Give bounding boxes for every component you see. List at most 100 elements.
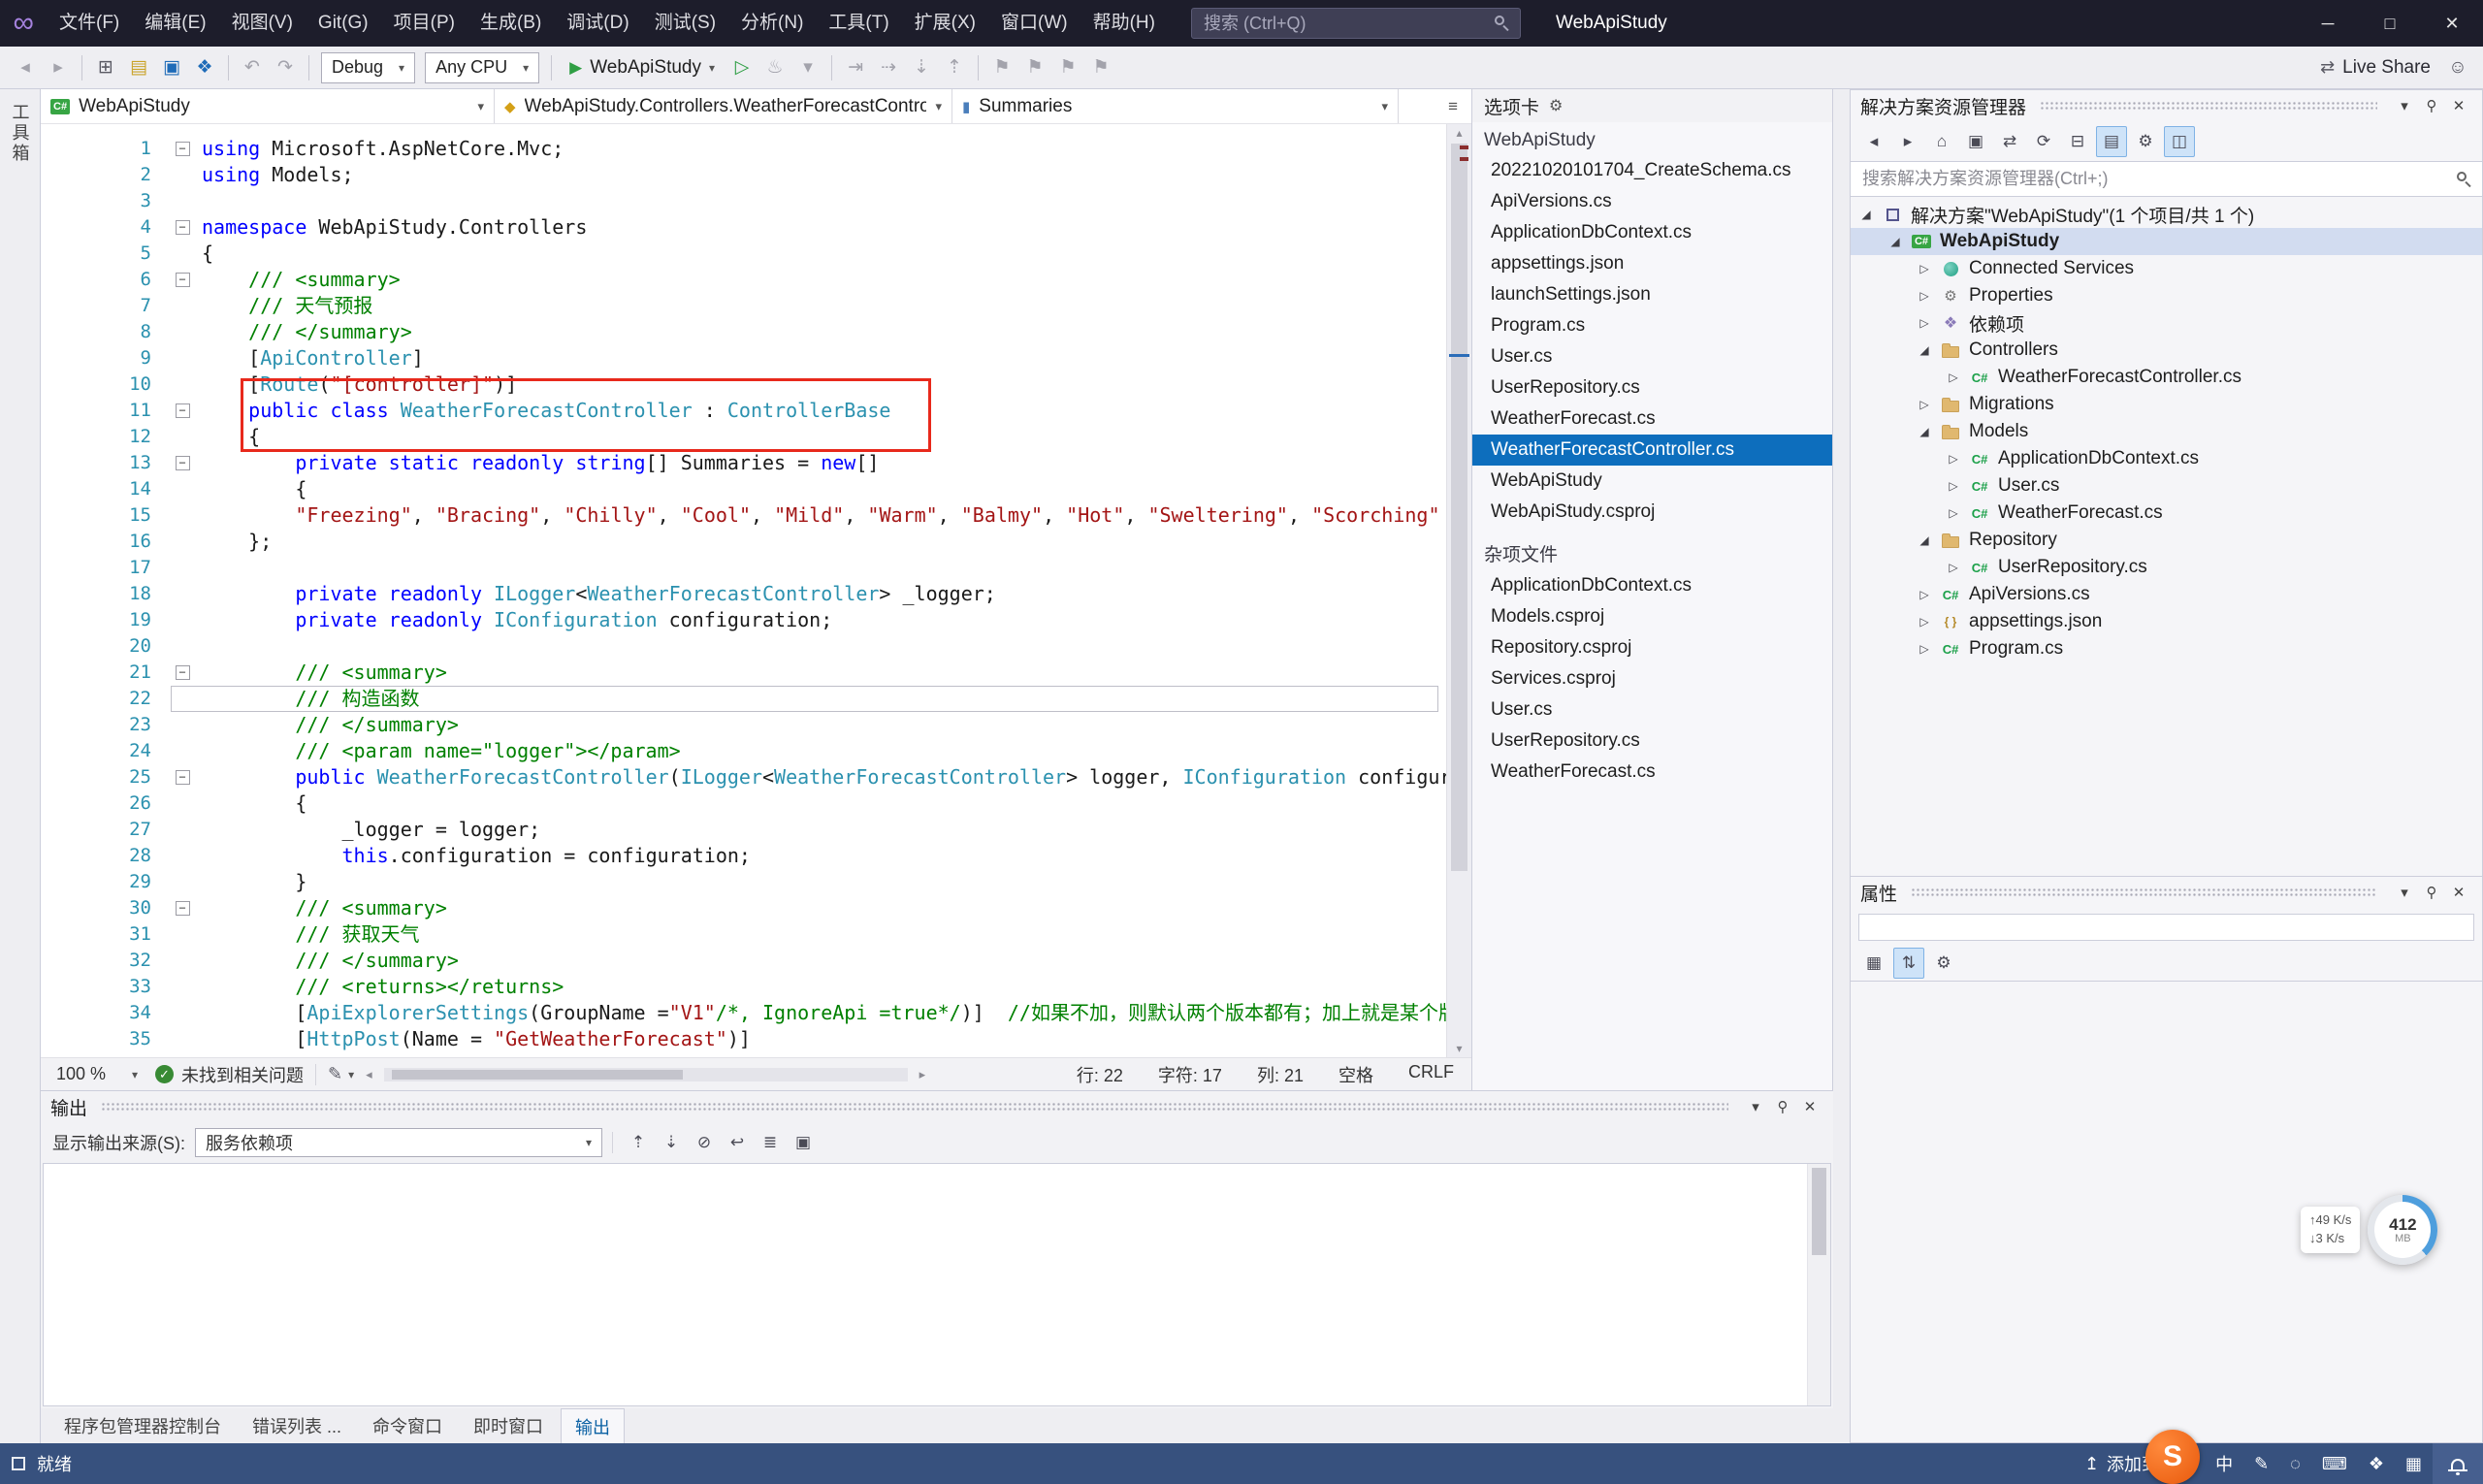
expander-icon[interactable]: ◢ xyxy=(1917,425,1932,438)
expander-icon[interactable]: ▷ xyxy=(1946,561,1961,574)
menu-item[interactable]: 工具(T) xyxy=(816,0,901,47)
prev-message-icon[interactable]: ⇡ xyxy=(623,1127,654,1158)
tree-item[interactable]: ▷ appsettings.json xyxy=(1851,608,2482,635)
hot-reload-icon[interactable]: ♨ xyxy=(759,52,790,83)
document-tab[interactable]: User.cs xyxy=(1472,341,1832,372)
close-icon[interactable]: ✕ xyxy=(2445,884,2472,901)
expander-icon[interactable]: ▷ xyxy=(1917,642,1932,656)
switch-views-icon[interactable]: ▣ xyxy=(1960,126,1991,157)
keyboard-icon[interactable]: ⌨ xyxy=(2311,1454,2358,1474)
menu-item[interactable]: 测试(S) xyxy=(642,0,728,47)
show-all-files-icon[interactable]: ▤ xyxy=(2096,125,2127,157)
property-pages-icon[interactable]: ⚙ xyxy=(1928,948,1959,979)
toolbox-tab[interactable]: 工具箱 xyxy=(8,97,33,170)
notifications-button[interactable] xyxy=(2433,1443,2483,1484)
pin-output-icon[interactable]: ▣ xyxy=(788,1127,819,1158)
nav-forward-icon[interactable]: ▸ xyxy=(43,52,74,83)
expander-icon[interactable]: ▷ xyxy=(1917,588,1932,601)
code-health-indicator[interactable]: ✓ 未找到相关问题 xyxy=(155,1062,304,1087)
start-without-debugging-icon[interactable]: ▷ xyxy=(726,52,758,83)
scroll-right-icon[interactable]: ▸ xyxy=(919,1067,926,1082)
gear-icon[interactable]: ⚙ xyxy=(1549,96,1563,115)
expander-icon[interactable]: ▷ xyxy=(1946,452,1961,466)
tree-item[interactable]: ◢ Repository xyxy=(1851,527,2482,554)
menu-item[interactable]: 帮助(H) xyxy=(1080,0,1168,47)
expander-icon[interactable]: ▷ xyxy=(1946,479,1961,493)
menu-item[interactable]: 分析(N) xyxy=(728,0,816,47)
tree-item[interactable]: ▷ ApiVersions.cs xyxy=(1851,581,2482,608)
search-input[interactable] xyxy=(1201,12,1495,35)
solution-search-box[interactable] xyxy=(1851,162,2482,197)
menu-item[interactable]: 项目(P) xyxy=(381,0,468,47)
scrollbar-thumb[interactable] xyxy=(391,1069,683,1080)
sync-with-active-document-icon[interactable]: ⇄ xyxy=(1994,126,2025,157)
word-wrap-icon[interactable]: ↩ xyxy=(722,1127,753,1158)
menu-item[interactable]: 编辑(E) xyxy=(132,0,218,47)
editor-vertical-scrollbar[interactable]: ▴ ▾ xyxy=(1446,124,1471,1057)
solution-search-input[interactable] xyxy=(1860,168,2457,190)
tree-item[interactable]: ▷ Program.cs xyxy=(1851,635,2482,662)
document-tab[interactable]: WeatherForecastController.cs xyxy=(1472,435,1832,466)
clear-all-icon[interactable]: ⊘ xyxy=(689,1127,720,1158)
save-icon[interactable]: ▣ xyxy=(156,52,187,83)
forward-icon[interactable]: ▸ xyxy=(1892,126,1923,157)
window-position-icon[interactable]: ▾ xyxy=(1742,1098,1769,1115)
document-tab[interactable]: WeatherForecast.cs xyxy=(1472,757,1832,788)
screen-recorder-logo[interactable]: S xyxy=(2145,1430,2200,1484)
fold-collapse-icon[interactable]: − xyxy=(175,770,190,785)
expander-icon[interactable]: ◢ xyxy=(1917,343,1932,357)
layout-icon[interactable]: ❖ xyxy=(2358,1454,2395,1474)
menu-item[interactable]: 调试(D) xyxy=(554,0,641,47)
grid-icon[interactable]: ▦ xyxy=(2395,1454,2433,1474)
scrollbar-thumb[interactable] xyxy=(1451,144,1467,872)
back-icon[interactable]: ◂ xyxy=(1858,126,1889,157)
output-scrollbar[interactable] xyxy=(1807,1164,1830,1405)
pin-icon[interactable]: ⚲ xyxy=(2418,97,2445,114)
collapse-all-icon[interactable]: ⊟ xyxy=(2062,126,2093,157)
expander-icon[interactable]: ▷ xyxy=(1946,371,1961,384)
tool-window-tab[interactable]: 程序包管理器控制台 xyxy=(50,1408,235,1443)
tool-window-tab[interactable]: 输出 xyxy=(561,1407,626,1444)
document-tab[interactable]: WebApiStudy.csproj xyxy=(1472,497,1832,528)
expander-icon[interactable]: ▷ xyxy=(1917,262,1932,275)
scroll-up-icon[interactable]: ▴ xyxy=(1447,124,1471,142)
fold-collapse-icon[interactable]: − xyxy=(175,665,190,680)
breadcrumb-segment[interactable]: ◆ WebApiStudy.Controllers.WeatherForecast… xyxy=(495,89,952,123)
bookmark-next-icon[interactable]: ⚑ xyxy=(1052,52,1083,83)
new-project-icon[interactable]: ⊞ xyxy=(90,52,121,83)
properties-object-dropdown[interactable] xyxy=(1858,914,2474,941)
platform-dropdown[interactable]: Any CPU ▾ xyxy=(425,51,540,83)
horizontal-scrollbar[interactable] xyxy=(383,1067,908,1081)
live-share-button[interactable]: ⇄ Live Share xyxy=(2310,57,2440,79)
redo-icon[interactable]: ↷ xyxy=(270,52,301,83)
pen-icon[interactable]: ✎ xyxy=(2243,1454,2279,1474)
zoom-control[interactable]: 100 % ▾ xyxy=(50,1064,144,1084)
step-into-icon[interactable]: ⇣ xyxy=(906,52,937,83)
toggle-lines-icon[interactable]: ≣ xyxy=(755,1127,786,1158)
indentation-mode[interactable]: 空格 xyxy=(1338,1062,1373,1087)
tree-item[interactable]: ▷ UserRepository.cs xyxy=(1851,554,2482,581)
expander-icon[interactable]: ▷ xyxy=(1946,506,1961,520)
menu-item[interactable]: 文件(F) xyxy=(47,0,132,47)
tree-item[interactable]: ▷ ApplicationDbContext.cs xyxy=(1851,445,2482,472)
window-maximize-button[interactable]: □ xyxy=(2359,0,2421,47)
document-tab[interactable]: 20221020101704_CreateSchema.cs xyxy=(1472,155,1832,186)
properties-icon[interactable]: ⚙ xyxy=(2130,126,2161,157)
tree-item[interactable]: ◢ 解决方案"WebApiStudy"(1 个项目/共 1 个) xyxy=(1851,201,2482,228)
save-all-icon[interactable]: ❖ xyxy=(189,52,220,83)
code-area[interactable]: 1− using Microsoft.AspNetCore.Mvc; 2 using … xyxy=(41,124,1471,1057)
close-icon[interactable]: ✕ xyxy=(2445,97,2472,114)
document-tab[interactable]: WeatherForecast.cs xyxy=(1472,403,1832,435)
document-tab[interactable]: ApiVersions.cs xyxy=(1472,186,1832,217)
nav-back-icon[interactable]: ◂ xyxy=(10,52,41,83)
tree-item[interactable]: ▷ Properties xyxy=(1851,282,2482,309)
open-file-icon[interactable]: ▤ xyxy=(123,52,154,83)
line-ending-mode[interactable]: CRLF xyxy=(1408,1062,1454,1087)
expander-icon[interactable]: ▷ xyxy=(1917,316,1932,330)
fold-collapse-icon[interactable]: − xyxy=(175,901,190,916)
window-position-icon[interactable]: ▾ xyxy=(2391,884,2418,901)
document-tab[interactable]: User.cs xyxy=(1472,694,1832,726)
home-icon[interactable]: ⌂ xyxy=(1926,126,1957,157)
pin-icon[interactable]: ⚲ xyxy=(1769,1098,1796,1115)
tree-item[interactable]: ◢ Controllers xyxy=(1851,337,2482,364)
